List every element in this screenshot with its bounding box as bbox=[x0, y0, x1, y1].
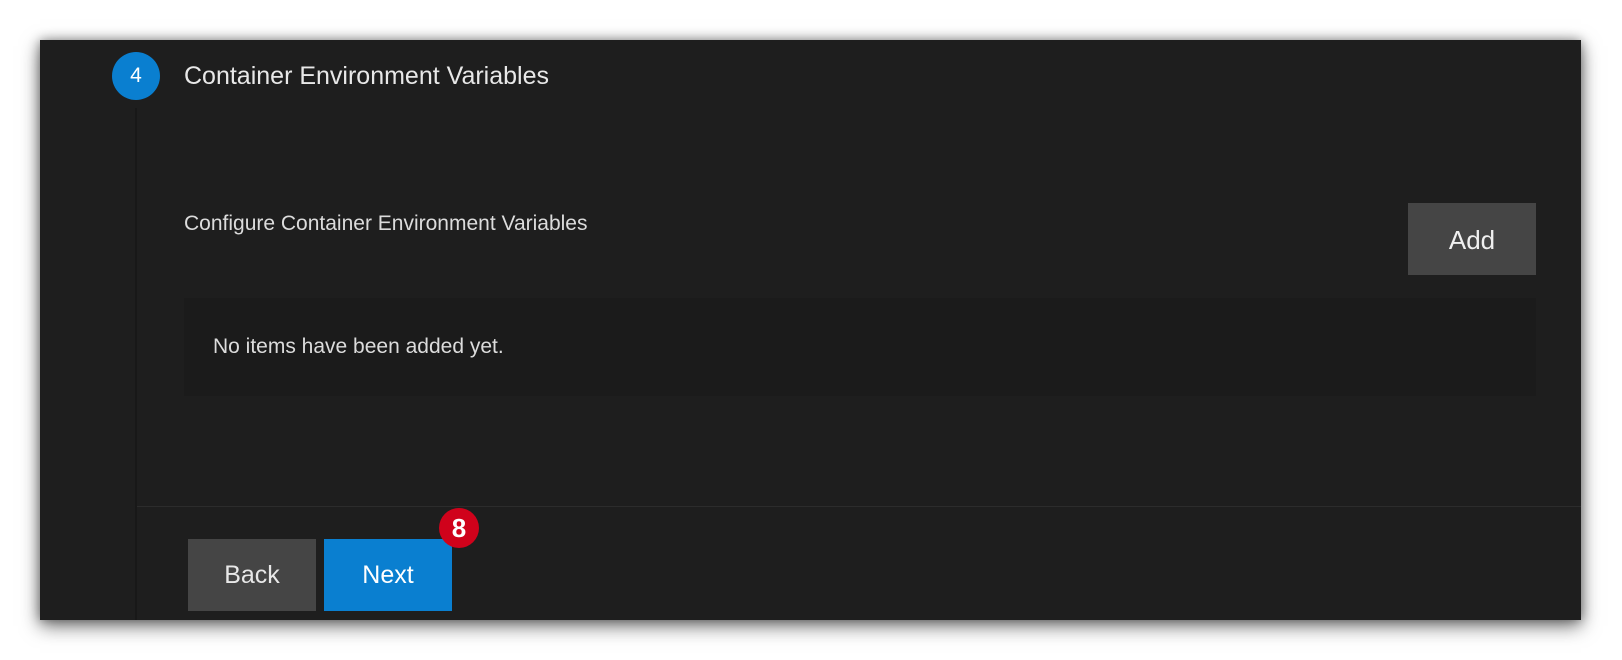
step-number-badge: 4 bbox=[112, 52, 160, 100]
empty-message: No items have been added yet. bbox=[213, 335, 504, 358]
section-label: Configure Container Environment Variable… bbox=[184, 212, 588, 235]
step-header: 4 Container Environment Variables bbox=[40, 40, 1581, 108]
next-count-badge: 8 bbox=[439, 508, 479, 548]
wizard-window: 4 Container Environment Variables Config… bbox=[40, 40, 1581, 620]
env-vars-section: Configure Container Environment Variable… bbox=[137, 108, 1581, 506]
add-button[interactable]: Add bbox=[1408, 203, 1536, 275]
divider bbox=[137, 506, 1581, 507]
back-button[interactable]: Back bbox=[188, 539, 316, 611]
env-vars-list: No items have been added yet. bbox=[184, 298, 1536, 396]
next-button[interactable]: Next bbox=[324, 539, 452, 611]
step-title: Container Environment Variables bbox=[184, 62, 550, 90]
